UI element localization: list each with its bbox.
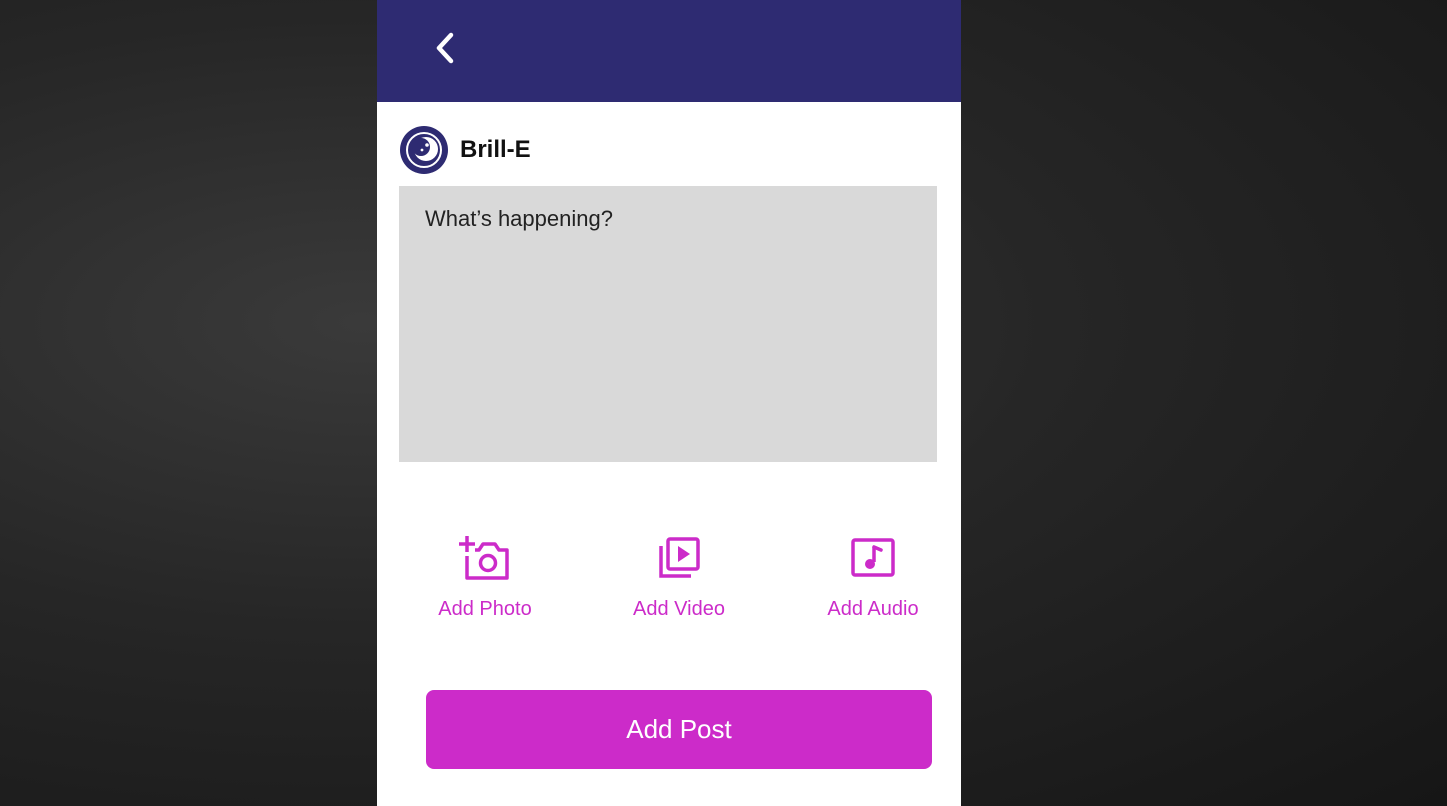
back-button[interactable] — [427, 30, 463, 66]
app-screen: Brill-E Add Photo Add Video — [377, 0, 961, 806]
chevron-left-icon — [436, 32, 454, 64]
add-post-label: Add Post — [626, 714, 732, 744]
avatar — [400, 126, 448, 174]
author-row: Brill-E — [400, 126, 531, 174]
add-video-button[interactable]: Add Video — [604, 530, 754, 621]
top-app-bar — [377, 0, 961, 102]
add-post-button[interactable]: Add Post — [426, 690, 932, 769]
post-text-input[interactable] — [399, 186, 937, 462]
add-audio-button[interactable]: Add Audio — [798, 530, 948, 621]
add-photo-icon — [459, 536, 509, 580]
add-photo-button[interactable]: Add Photo — [410, 530, 560, 621]
music-note-icon-wrap — [845, 530, 901, 586]
music-note-icon — [851, 538, 895, 577]
add-audio-label: Add Audio — [827, 598, 919, 620]
moon-face-icon — [406, 132, 442, 168]
video-library-icon-wrap — [651, 530, 707, 586]
username: Brill-E — [460, 136, 531, 163]
add-photo-icon-wrap — [457, 530, 513, 586]
add-photo-label: Add Photo — [438, 598, 532, 620]
add-video-label: Add Video — [633, 598, 725, 620]
video-library-icon — [659, 537, 700, 578]
